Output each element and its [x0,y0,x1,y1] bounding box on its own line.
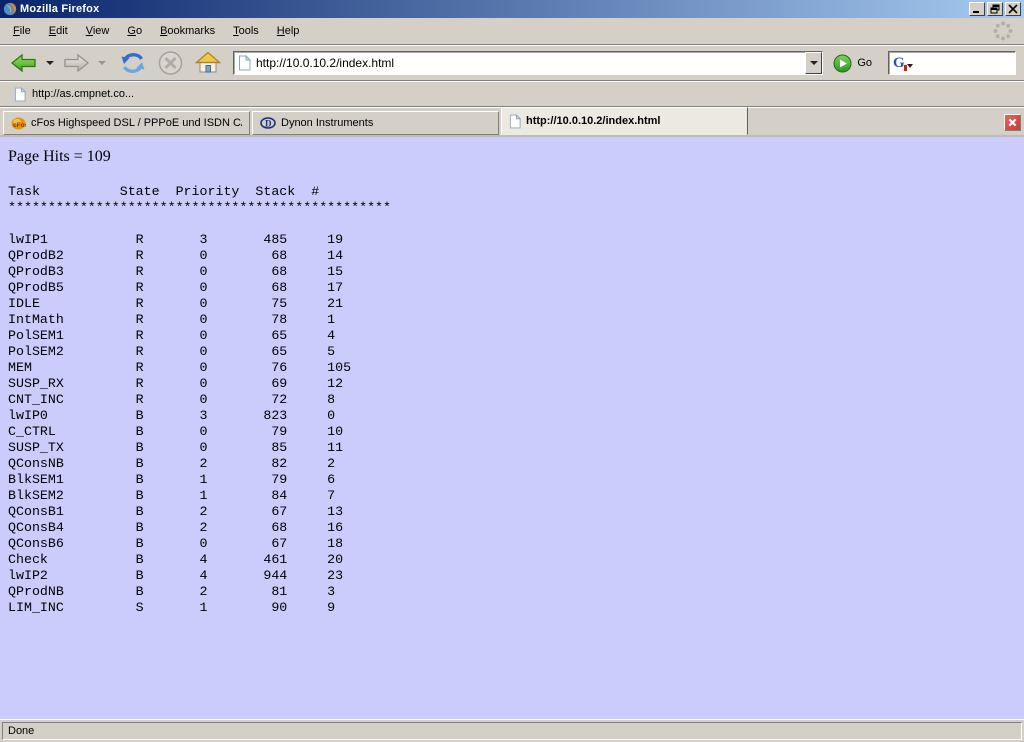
bookmark-item[interactable]: http://as.cmpnet.co... [10,85,138,104]
minimize-button[interactable] [969,2,985,16]
window-controls [969,2,1021,16]
restore-button[interactable] [987,2,1003,16]
titlebar: Mozilla Firefox [0,0,1024,18]
menubar-items: FileEditViewGoBookmarksToolsHelp [4,22,308,40]
search-box: G [888,51,1016,75]
menu-item-tools[interactable]: Tools [224,22,268,40]
go-button[interactable]: Go [827,54,878,73]
menu-item-edit[interactable]: Edit [40,22,77,40]
url-bar [233,51,823,75]
cfos-favicon: cFos [11,117,26,130]
back-dropdown-icon[interactable] [46,61,54,65]
svg-text:cFos: cFos [13,121,26,128]
close-tab-button[interactable] [1004,114,1021,131]
forward-button[interactable] [60,50,92,76]
stop-button[interactable] [156,49,185,77]
task-table: Task State Priority Stack # ************… [8,184,1016,616]
home-button[interactable] [193,49,223,77]
reload-button[interactable] [118,49,148,77]
forward-dropdown-icon[interactable] [98,61,106,65]
url-input[interactable] [251,53,805,73]
throbber-icon [990,18,1016,44]
google-logo-icon: G [893,56,905,71]
status-bar: Done [0,719,1024,742]
status-text: Done [2,722,1022,740]
tab-0[interactable]: cFos cFos Highspeed DSL / PPPoE und ISDN … [3,111,250,135]
tab-1[interactable]: D Dynon Instruments [252,111,499,135]
tab-label: cFos Highspeed DSL / PPPoE und ISDN CAP.… [31,117,242,129]
page-content: Page Hits = 109 Task State Priority Stac… [0,137,1024,719]
tab-label: Dynon Instruments [281,117,373,129]
page-favicon [509,114,521,129]
menu-item-file[interactable]: File [4,22,40,40]
menu-item-bookmarks[interactable]: Bookmarks [151,22,224,40]
search-input[interactable] [913,56,1015,70]
page-icon [14,87,26,102]
navigation-toolbar: Go G [0,45,1024,81]
page-icon [238,55,251,71]
menu-item-view[interactable]: View [77,22,119,40]
window-title: Mozilla Firefox [20,3,99,15]
tab-label: http://10.0.10.2/index.html [526,115,660,127]
back-button[interactable] [8,50,40,76]
browser-window: Mozilla Firefox FileEditViewGoBookmarksT… [0,0,1024,742]
tab-2-active[interactable]: http://10.0.10.2/index.html [501,107,748,135]
tabs-container: cFos cFos Highspeed DSL / PPPoE und ISDN … [3,107,748,135]
url-dropdown-button[interactable] [805,52,822,74]
svg-text:D: D [265,119,272,129]
bookmark-label: http://as.cmpnet.co... [32,88,134,100]
menubar: FileEditViewGoBookmarksToolsHelp [0,18,1024,45]
page-hits-text: Page Hits = 109 [8,148,1016,166]
go-label: Go [857,57,872,69]
firefox-logo-icon [3,2,17,16]
bookmarks-toolbar: http://as.cmpnet.co... [0,81,1024,107]
dynon-favicon: D [260,117,276,129]
close-button[interactable] [1005,2,1021,16]
tab-bar: cFos cFos Highspeed DSL / PPPoE und ISDN … [0,107,1024,137]
menu-item-help[interactable]: Help [268,22,309,40]
menu-item-go[interactable]: Go [118,22,151,40]
